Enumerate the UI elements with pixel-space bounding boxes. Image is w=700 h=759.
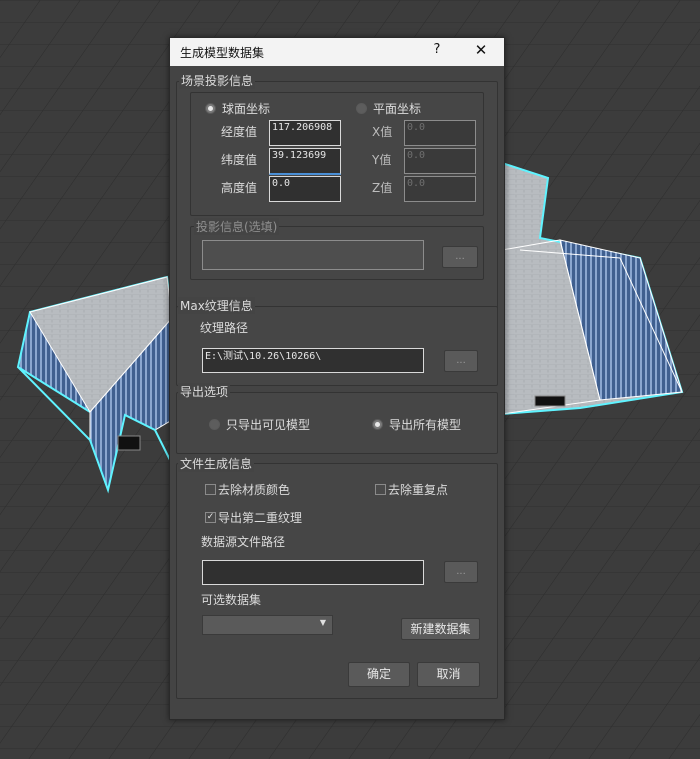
remove-material-color-label[interactable]: 去除材质颜色 — [218, 481, 290, 498]
y-value-label: Y值 — [372, 153, 392, 167]
x-value-input[interactable]: 0.0 — [404, 120, 476, 146]
z-value-label: Z值 — [372, 181, 393, 195]
checkmark-icon: ✓ — [206, 512, 215, 522]
z-value-input[interactable]: 0.0 — [404, 176, 476, 202]
texture-info-group — [176, 306, 498, 386]
scene-projection-title: 场景投影信息 — [179, 72, 256, 89]
longitude-input[interactable]: 117.206908 — [269, 120, 341, 146]
export-options-title: 导出选项 — [178, 383, 231, 400]
y-value-input[interactable]: 0.0 — [404, 148, 476, 174]
ok-button[interactable]: 确定 — [348, 662, 410, 687]
altitude-input[interactable]: 0.0 — [269, 176, 341, 202]
sphere-coordinate-radio[interactable] — [205, 103, 216, 114]
new-dataset-button[interactable]: 新建数据集 — [401, 618, 480, 640]
dialog-titlebar[interactable]: 生成模型数据集 ? ✕ — [170, 38, 504, 66]
source-path-label: 数据源文件路径 — [201, 535, 286, 549]
export-second-texture-checkbox[interactable]: ✓ — [205, 512, 216, 523]
texture-browse-button[interactable]: ... — [444, 350, 478, 372]
dialog-title: 生成模型数据集 — [180, 46, 265, 60]
export-visible-label[interactable]: 只导出可见模型 — [226, 416, 310, 433]
plane-coordinate-label[interactable]: 平面坐标 — [373, 100, 421, 117]
optional-dataset-label: 可选数据集 — [201, 593, 262, 607]
generate-dataset-dialog: 生成模型数据集 ? ✕ 场景投影信息 球面坐标 平面坐标 经度值 117.206… — [169, 37, 505, 720]
sphere-coordinate-label[interactable]: 球面坐标 — [222, 100, 270, 117]
source-browse-button[interactable]: ... — [444, 561, 478, 583]
help-button[interactable]: ? — [429, 42, 445, 57]
altitude-label: 高度值 — [221, 181, 258, 195]
latitude-label: 纬度值 — [221, 153, 258, 167]
cancel-button[interactable]: 取消 — [417, 662, 480, 687]
projection-info-input[interactable] — [202, 240, 424, 270]
remove-duplicate-points-label[interactable]: 去除重复点 — [388, 481, 448, 498]
projection-info-label: 投影信息(选填) — [194, 218, 280, 235]
optional-dataset-dropdown[interactable]: ▼ — [202, 615, 333, 635]
export-visible-radio[interactable] — [209, 419, 220, 430]
latitude-input[interactable]: 39.123699 — [269, 148, 341, 175]
remove-duplicate-points-checkbox[interactable] — [375, 484, 386, 495]
plane-coordinate-radio[interactable] — [356, 103, 367, 114]
texture-path-input[interactable]: E:\测试\10.26\10266\ — [202, 348, 424, 373]
chevron-down-icon: ▼ — [319, 618, 326, 627]
export-second-texture-label[interactable]: 导出第二重纹理 — [218, 509, 302, 526]
file-info-title: 文件生成信息 — [178, 455, 255, 472]
texture-info-title: Max纹理信息 — [178, 297, 255, 314]
source-path-input[interactable] — [202, 560, 424, 585]
export-all-label[interactable]: 导出所有模型 — [389, 416, 461, 433]
remove-material-color-checkbox[interactable] — [205, 484, 216, 495]
longitude-label: 经度值 — [221, 125, 258, 139]
export-all-radio[interactable] — [372, 419, 383, 430]
texture-path-label: 纹理路径 — [200, 321, 249, 335]
close-button[interactable]: ✕ — [472, 41, 490, 59]
projection-browse-button[interactable]: ... — [442, 246, 478, 268]
x-value-label: X值 — [372, 125, 393, 139]
